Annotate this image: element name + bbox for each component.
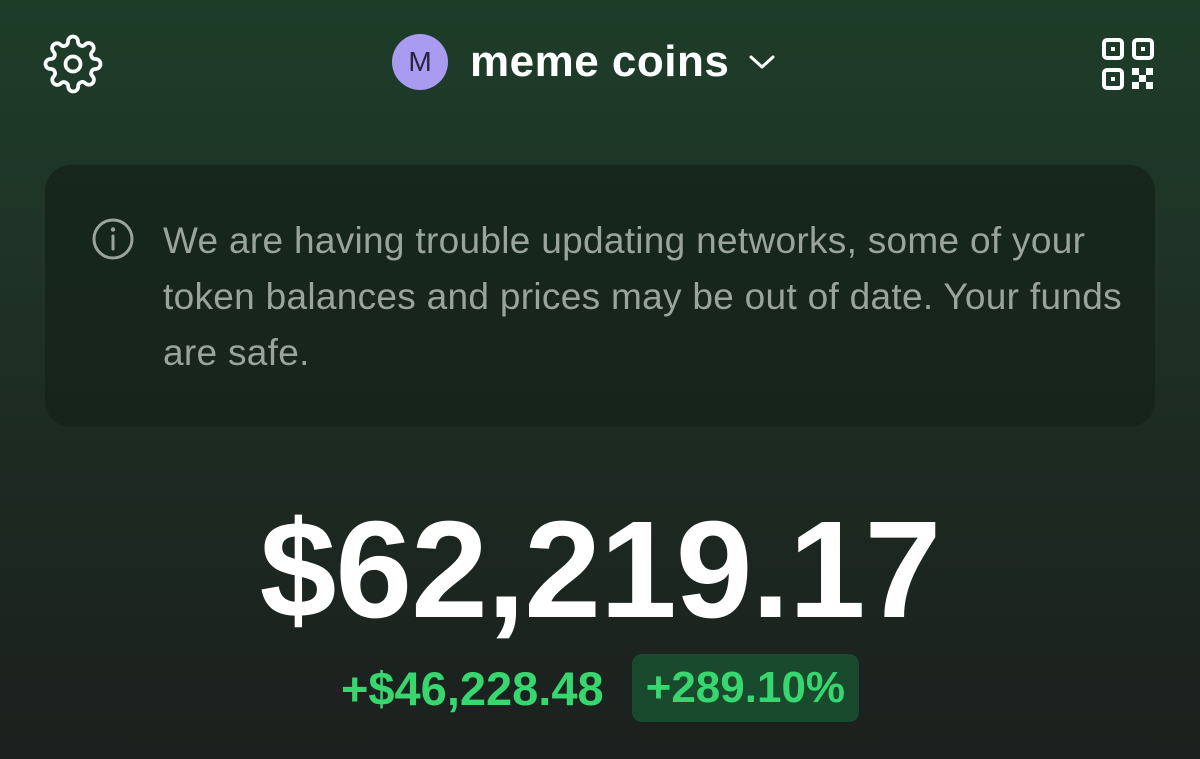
- settings-button[interactable]: [40, 31, 106, 97]
- avatar: M: [392, 34, 448, 90]
- change-percent-badge: +289.10%: [631, 654, 860, 722]
- account-switcher[interactable]: M meme coins: [392, 32, 777, 92]
- portfolio-balance: $62,219.17: [259, 493, 942, 647]
- qr-code-icon: [1102, 38, 1154, 90]
- qr-code-button[interactable]: [1096, 32, 1160, 96]
- balance-change: +$46,228.48 +289.10%: [0, 654, 1200, 722]
- info-icon: [91, 217, 135, 261]
- account-name: meme coins: [470, 37, 730, 86]
- network-warning-banner: We are having trouble updating networks,…: [45, 165, 1155, 427]
- gear-icon: [43, 34, 103, 94]
- chevron-down-icon: [747, 52, 777, 72]
- warning-message: We are having trouble updating networks,…: [163, 220, 1122, 373]
- top-bar: M meme coins: [0, 0, 1200, 125]
- change-amount: +$46,228.48: [340, 661, 604, 715]
